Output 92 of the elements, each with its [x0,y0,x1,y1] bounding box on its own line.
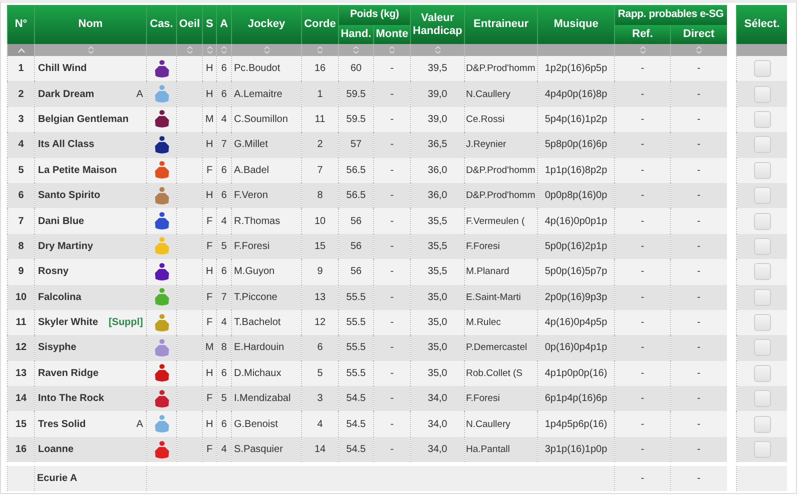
horse-name: Into The Rock [38,393,104,404]
select-checkbox[interactable] [754,314,770,332]
horse-name: Tres Solid [38,418,86,430]
table-cell: - [670,466,727,492]
table-cell: - [374,436,411,462]
sort-icon[interactable] [696,46,702,54]
table-cell: 4 [216,436,232,462]
horse-name: Dani Blue [38,216,84,227]
select-checkbox[interactable] [754,86,770,103]
column-header: Sélect. [736,5,787,44]
column-header[interactable]: Corde [302,5,338,44]
sort-header-cell[interactable] [176,44,202,56]
table-cell: Ecurie A [34,466,146,492]
select-checkbox[interactable] [754,212,770,230]
horse-name: Falcolina [38,292,82,303]
horse-name: Dry Martiny [38,240,94,252]
sort-icon[interactable] [186,46,192,54]
select-checkbox[interactable] [754,441,770,458]
column-group-header: Poids (kg) [338,5,411,25]
column-group-header: Rapp. probables e-SG [614,5,727,25]
select-checkbox[interactable] [754,187,770,204]
table-cell: 54.5 [338,436,374,462]
table-cell: 3p1p(16)1p0p [538,436,615,462]
select-checkbox[interactable] [754,288,770,306]
sort-header-cell[interactable] [410,44,465,56]
select-checkbox[interactable] [754,339,770,356]
column-header[interactable]: A [216,5,232,44]
column-header[interactable]: Jockey [232,5,302,44]
sort-header-cell[interactable] [232,44,302,56]
table-cell: 14 [302,436,338,462]
select-checkbox[interactable] [754,416,770,433]
table-cell: - [614,436,671,462]
horse-name: Raven Ridge [38,368,99,379]
sort-header-cell[interactable] [8,44,34,56]
stable-tag: A [136,88,143,100]
stable-tag: A [136,418,143,430]
sort-header-cell[interactable] [216,44,232,56]
table-cell: 34,0 [410,436,465,462]
column-header[interactable]: S [202,5,216,44]
horse-name: Sisyphe [38,342,76,354]
sort-icon[interactable] [221,46,227,54]
supplement-tag: [Suppl] [108,317,143,328]
table-cell: 16 [8,436,34,462]
sort-icon[interactable] [317,46,323,54]
column-header[interactable]: Nom [34,5,146,44]
sort-header-cell[interactable] [34,44,146,56]
sort-header-cell[interactable] [614,44,671,56]
table-cell: - [670,436,727,462]
sort-icon[interactable] [264,46,270,54]
sort-header-cell[interactable] [202,44,216,56]
sort-icon[interactable] [434,46,441,54]
horse-name: Belgian Gentleman [38,114,129,125]
select-checkbox[interactable] [754,60,770,78]
horse-name: Santo Spirito [38,190,100,202]
sort-header-cell[interactable] [302,44,338,56]
column-header: Cas. [146,5,176,44]
table-cell: - [614,466,671,492]
horse-name: Chill Wind [38,63,87,74]
sort-icon[interactable] [206,46,212,54]
column-header: Entraineur [464,5,538,44]
sort-icon[interactable] [88,46,94,54]
horse-name: Loanne [38,444,74,456]
sort-header-cell[interactable] [374,44,411,56]
sort-ascending-icon[interactable] [18,48,24,52]
select-checkbox[interactable] [754,110,770,128]
select-checkbox[interactable] [754,162,770,179]
select-checkbox[interactable] [754,390,770,408]
horse-name: Its All Class [38,139,94,150]
column-header[interactable]: Oeil [176,5,202,44]
select-checkbox[interactable] [754,238,770,255]
column-header[interactable]: Monte [374,25,411,44]
horse-name: Skyler White [38,317,98,328]
sort-icon[interactable] [353,46,359,54]
select-checkbox[interactable] [754,136,770,154]
table-cell: S.Pasquier [232,436,302,462]
horse-name: La Petite Maison [38,164,117,176]
horse-name: Dark Dream [38,88,94,100]
sort-header-cell[interactable] [670,44,727,56]
column-header[interactable]: Valeur Handicap [410,5,465,44]
sort-icon[interactable] [389,46,395,54]
column-header[interactable]: Ref. [614,25,671,44]
table-cell: F [202,436,216,462]
horse-name: Rosny [38,266,69,278]
column-header[interactable]: Direct [670,25,727,44]
sort-icon[interactable] [640,46,646,54]
column-header[interactable]: Hand. [338,25,374,44]
column-header: Musique [538,5,615,44]
table-cell: Ha.Pantall [464,436,538,462]
column-header[interactable]: N° [8,5,34,44]
select-checkbox[interactable] [754,364,770,382]
select-checkbox[interactable] [754,263,770,280]
sort-header-cell[interactable] [338,44,374,56]
